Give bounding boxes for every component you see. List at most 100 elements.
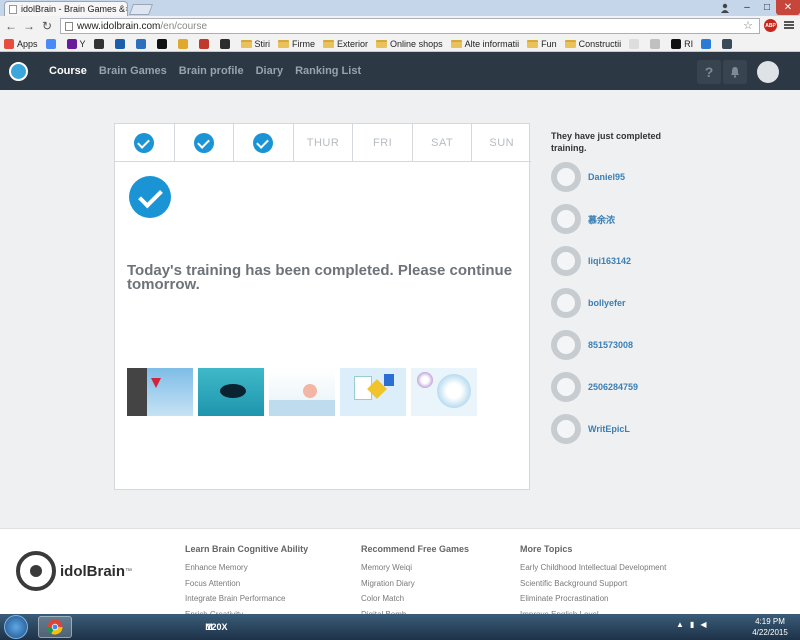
bookmark-item[interactable]	[701, 38, 714, 49]
bookmark-favicon-icon	[177, 38, 188, 49]
bookmark-label: Firme	[292, 38, 316, 49]
nav-course[interactable]: Course	[49, 65, 87, 77]
footer-link[interactable]: Focus Attention	[185, 576, 308, 592]
footer-link[interactable]: Scientific Background Support	[520, 576, 666, 592]
footer-link[interactable]: Memory Weiqi	[361, 560, 469, 576]
bookmark-favicon-icon	[4, 38, 14, 49]
nav-brain-profile[interactable]: Brain profile	[179, 65, 244, 77]
footer-link[interactable]: Color Match	[361, 591, 469, 607]
menu-icon[interactable]	[784, 19, 794, 31]
bookmark-item[interactable]: Apps	[4, 38, 38, 49]
new-tab-button[interactable]	[128, 4, 154, 15]
reload-icon[interactable]: ↻	[40, 18, 54, 34]
bookmark-favicon-icon	[135, 38, 146, 49]
footer-link[interactable]: Enhance Memory	[185, 560, 308, 576]
taskbar-nvidia[interactable]	[116, 616, 150, 638]
user-avatar[interactable]	[757, 61, 779, 83]
taskbar-120x-app[interactable]: 120X	[200, 616, 234, 638]
bookmark-item[interactable]	[629, 38, 642, 49]
bookmark-item[interactable]	[156, 38, 170, 49]
user-name[interactable]: bollyefer	[588, 298, 626, 308]
taskbar-chrome[interactable]	[38, 616, 72, 638]
check-icon	[253, 132, 274, 153]
nav-ranking-list[interactable]: Ranking List	[295, 65, 361, 77]
taskbar-clock[interactable]: 4:19 PM 4/22/2015	[748, 616, 792, 638]
game-thumbnail[interactable]	[198, 368, 264, 416]
footer-logo[interactable]: idolBrain ™	[16, 551, 132, 591]
bookmark-folder[interactable]: Firme	[278, 39, 315, 49]
bookmark-folder[interactable]: Fun	[527, 39, 557, 49]
nav-brain-games[interactable]: Brain Games	[99, 65, 167, 77]
footer-column-title: Learn Brain Cognitive Ability	[185, 544, 309, 554]
bookmark-item[interactable]	[219, 38, 233, 49]
browser-tab[interactable]: idolBrain - Brain Games & ×	[4, 1, 128, 16]
footer-link[interactable]: Integrate Brain Performance	[185, 591, 308, 607]
forward-arrow-icon[interactable]: →	[22, 18, 36, 34]
user-name[interactable]: 2506284759	[588, 382, 638, 392]
game-thumbnail[interactable]	[127, 368, 193, 416]
user-avatar-icon	[551, 414, 581, 444]
game-thumbnail[interactable]	[340, 368, 406, 416]
user-row[interactable]: liqi163142	[551, 246, 631, 276]
game-thumbnail[interactable]	[269, 368, 335, 416]
nav-diary[interactable]: Diary	[256, 65, 284, 77]
bookmark-item[interactable]	[722, 38, 735, 49]
network-icon[interactable]: ▮	[690, 620, 694, 629]
bookmark-item[interactable]	[45, 38, 59, 49]
browser-tab-strip: idolBrain - Brain Games & × – □ ✕	[0, 0, 800, 16]
volume-icon[interactable]: ◀	[700, 620, 706, 629]
bookmark-item[interactable]: Y	[66, 38, 86, 49]
bookmark-item[interactable]	[198, 38, 212, 49]
bookmark-folder[interactable]: Online shops	[376, 39, 443, 49]
bookmark-label: Apps	[17, 38, 38, 49]
bookmark-item[interactable]	[650, 38, 663, 49]
user-name[interactable]: 慕余浓	[588, 213, 615, 226]
user-icon[interactable]	[716, 0, 734, 15]
tray-arrow-icon[interactable]: ▲	[676, 620, 684, 629]
bookmark-item[interactable]	[177, 38, 191, 49]
back-arrow-icon[interactable]: ←	[4, 18, 18, 34]
bookmark-folder[interactable]: Alte informatii	[450, 39, 519, 49]
browser-toolbar: ← → ↻ www.idolbrain.com/en/course ☆	[0, 16, 800, 36]
user-avatar-icon	[551, 204, 581, 234]
minimize-button[interactable]: –	[738, 0, 756, 15]
completed-check-icon	[129, 176, 171, 218]
bookmark-label: Online shops	[390, 38, 443, 49]
bookmark-folder[interactable]: Stiri	[240, 39, 270, 49]
maximize-button[interactable]: □	[758, 0, 776, 15]
adblock-icon[interactable]: ABP	[764, 19, 777, 32]
footer-link[interactable]: Migration Diary	[361, 576, 469, 592]
footer-link[interactable]: Early Childhood Intellectual Development	[520, 560, 666, 576]
bookmark-item[interactable]	[93, 38, 107, 49]
bookmark-star-icon[interactable]: ☆	[743, 19, 753, 32]
address-bar[interactable]: www.idolbrain.com/en/course ☆	[60, 18, 760, 34]
user-row[interactable]: Daniel95	[551, 162, 625, 192]
folder-icon	[564, 39, 576, 48]
user-row[interactable]: 慕余浓	[551, 204, 615, 234]
user-row[interactable]: 2506284759	[551, 372, 638, 402]
bookmark-item[interactable]	[114, 38, 128, 49]
taskbar-app[interactable]	[154, 616, 188, 638]
taskbar-explorer[interactable]	[78, 616, 112, 638]
user-row[interactable]: WritEpicL	[551, 414, 630, 444]
user-name[interactable]: liqi163142	[588, 256, 631, 266]
taskbar-app[interactable]	[236, 616, 270, 638]
footer-link[interactable]: Eliminate Procrastination	[520, 591, 666, 607]
bell-icon[interactable]	[723, 60, 747, 84]
user-name[interactable]: WritEpicL	[588, 424, 630, 434]
user-row[interactable]: 851573008	[551, 330, 633, 360]
help-icon[interactable]: ?	[697, 60, 721, 84]
bookmark-item[interactable]	[135, 38, 149, 49]
idolbrain-logo-icon[interactable]	[9, 62, 28, 81]
system-tray[interactable]: ▲ ▮ ◀	[676, 620, 706, 629]
user-row[interactable]: bollyefer	[551, 288, 626, 318]
close-window-button[interactable]: ✕	[776, 0, 800, 15]
user-name[interactable]: Daniel95	[588, 172, 625, 182]
start-button[interactable]	[4, 615, 28, 639]
bookmark-folder[interactable]: Exterior	[323, 39, 368, 49]
tab-close-icon[interactable]: ×	[125, 4, 127, 14]
bookmark-item[interactable]: RI	[671, 38, 693, 49]
game-thumbnail[interactable]	[411, 368, 477, 416]
bookmark-folder[interactable]: Constructii	[564, 39, 621, 49]
user-name[interactable]: 851573008	[588, 340, 633, 350]
